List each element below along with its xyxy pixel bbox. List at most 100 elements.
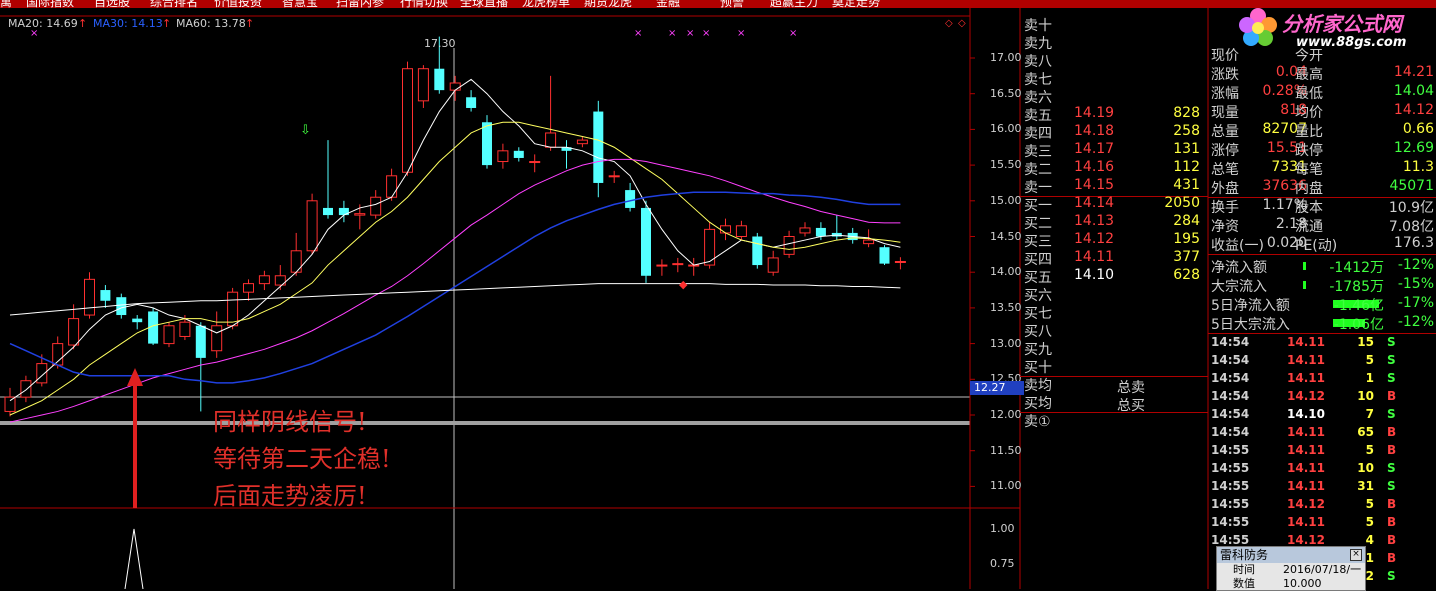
sell-level-empty[interactable]: 卖十 — [1022, 15, 1206, 34]
window-control-icon[interactable]: ◇ — [958, 18, 966, 29]
menu-item[interactable]: 国际指数 — [26, 0, 74, 8]
buy-level[interactable]: 买一 14.14 2050 — [1022, 195, 1206, 214]
tick-row[interactable]: 14:54 14.11 5 S — [1211, 353, 1436, 371]
candle[interactable] — [417, 65, 429, 108]
candle[interactable] — [211, 311, 223, 358]
sell-1-row[interactable]: 卖① — [1022, 411, 1206, 430]
info-popup[interactable]: 雷科防务 × 时间 2016/07/18/一 数值 10.000 — [1216, 546, 1366, 591]
candle[interactable] — [894, 257, 906, 270]
candle[interactable] — [497, 143, 509, 169]
candle[interactable] — [402, 61, 413, 176]
candle[interactable] — [148, 307, 159, 346]
sell-level[interactable]: 卖四 14.18 258 — [1022, 123, 1206, 142]
sell-level-empty[interactable]: 卖六 — [1022, 87, 1206, 106]
tick-row[interactable]: 14:55 14.11 10 S — [1211, 461, 1436, 479]
candle[interactable] — [561, 140, 572, 169]
buy-level-empty[interactable]: 买九 — [1022, 339, 1206, 358]
candle[interactable] — [290, 232, 302, 276]
candle[interactable] — [672, 257, 684, 273]
sell-level[interactable]: 卖三 14.17 131 — [1022, 141, 1206, 160]
avg-buy-row[interactable]: 买均 — [1022, 393, 1206, 412]
buy-level[interactable]: 买二 14.13 284 — [1022, 213, 1206, 232]
tick-row[interactable]: 14:54 14.12 10 B — [1211, 389, 1436, 407]
buy-level-empty[interactable]: 买六 — [1022, 285, 1206, 304]
candle[interactable] — [513, 147, 524, 162]
candle[interactable] — [116, 293, 127, 319]
avg-sell-row[interactable]: 卖均 — [1022, 375, 1206, 394]
candle[interactable] — [132, 315, 143, 330]
menu-item[interactable]: 龙虎榜单 — [522, 0, 570, 8]
candle[interactable] — [386, 168, 398, 201]
candle[interactable] — [163, 322, 175, 348]
candle[interactable] — [625, 182, 636, 212]
buy-level[interactable]: 买五 14.10 628 — [1022, 267, 1206, 286]
candle[interactable] — [576, 136, 588, 148]
candle[interactable] — [593, 100, 604, 198]
candle[interactable] — [529, 154, 541, 173]
candle[interactable] — [338, 200, 349, 223]
quote-label: 量比 — [1295, 124, 1323, 140]
window-control-icon[interactable]: ◇ — [945, 18, 953, 29]
buy-level-empty[interactable]: 买七 — [1022, 303, 1206, 322]
buy-level-empty[interactable]: 买八 — [1022, 321, 1206, 340]
menu-item[interactable]: 自选股 — [94, 0, 130, 8]
sell-level-empty[interactable]: 卖八 — [1022, 51, 1206, 70]
tick-row[interactable]: 14:54 14.11 15 S — [1211, 335, 1436, 353]
tick-row[interactable]: 14:54 14.11 65 B — [1211, 425, 1436, 443]
candle[interactable] — [482, 115, 492, 169]
buy-level[interactable]: 买三 14.12 195 — [1022, 231, 1206, 250]
tick-row[interactable]: 14:55 14.11 31 S — [1211, 479, 1436, 497]
candle[interactable] — [656, 259, 668, 276]
candle[interactable] — [608, 170, 620, 183]
candle[interactable] — [752, 232, 763, 269]
menu-item[interactable]: 寓 — [0, 0, 12, 8]
candle[interactable] — [100, 285, 111, 308]
candle[interactable] — [195, 322, 206, 412]
candle[interactable] — [84, 272, 95, 319]
candle[interactable] — [735, 220, 747, 241]
menu-item[interactable]: 扫雷内参 — [336, 0, 384, 8]
candle[interactable] — [767, 250, 779, 276]
candle[interactable] — [799, 222, 811, 237]
sell-level[interactable]: 卖二 14.16 112 — [1022, 159, 1206, 178]
tick-row[interactable]: 14:54 14.11 1 S — [1211, 371, 1436, 389]
menu-item[interactable]: 奠定走势 — [832, 0, 880, 8]
buy-level[interactable]: 买四 14.11 377 — [1022, 249, 1206, 268]
menu-item[interactable]: 智慧宝 — [282, 0, 318, 8]
candle[interactable] — [831, 215, 842, 241]
order-level-label: 卖四 — [1024, 126, 1052, 142]
menu-item[interactable]: 价值投资 — [214, 0, 262, 8]
tick-row[interactable]: 14:55 14.11 5 B — [1211, 515, 1436, 533]
candle[interactable] — [20, 375, 32, 403]
candle[interactable] — [323, 140, 333, 219]
candle[interactable] — [466, 90, 477, 112]
menu-item[interactable]: 综合排名 — [150, 0, 198, 8]
menu-item[interactable]: 超赢主力 — [770, 0, 818, 8]
buy-level-empty[interactable]: 买十 — [1022, 357, 1206, 376]
candle[interactable] — [258, 270, 270, 291]
candle[interactable] — [688, 257, 700, 276]
quote-label: 股本 — [1295, 200, 1323, 216]
price-tick-label: 15.50 — [990, 158, 1022, 172]
sell-level-empty[interactable]: 卖九 — [1022, 33, 1206, 52]
menu-item[interactable]: 金融 — [656, 0, 680, 8]
tick-row[interactable]: 14:55 14.11 5 B — [1211, 443, 1436, 461]
candle[interactable] — [879, 245, 890, 266]
close-icon[interactable]: × — [1350, 549, 1362, 561]
sell-level[interactable]: 卖五 14.19 828 — [1022, 105, 1206, 124]
menu-item[interactable]: 全球直播 — [460, 0, 508, 8]
candle[interactable] — [641, 200, 651, 283]
sell-level-empty[interactable]: 卖七 — [1022, 69, 1206, 88]
candle[interactable] — [4, 387, 16, 417]
order-price: 14.11 — [1074, 249, 1115, 265]
tick-row[interactable]: 14:54 14.10 7 S — [1211, 407, 1436, 425]
menu-item[interactable]: 行情切换 — [400, 0, 448, 8]
candle[interactable] — [306, 193, 318, 255]
menu-item[interactable]: 期货龙虎 — [584, 0, 632, 8]
sell-level[interactable]: 卖一 14.15 431 — [1022, 177, 1206, 196]
candle[interactable] — [545, 75, 557, 151]
candle[interactable] — [243, 279, 254, 301]
candle[interactable] — [720, 218, 731, 241]
tick-row[interactable]: 14:55 14.12 5 B — [1211, 497, 1436, 515]
menu-item[interactable]: 预警 — [720, 0, 744, 8]
